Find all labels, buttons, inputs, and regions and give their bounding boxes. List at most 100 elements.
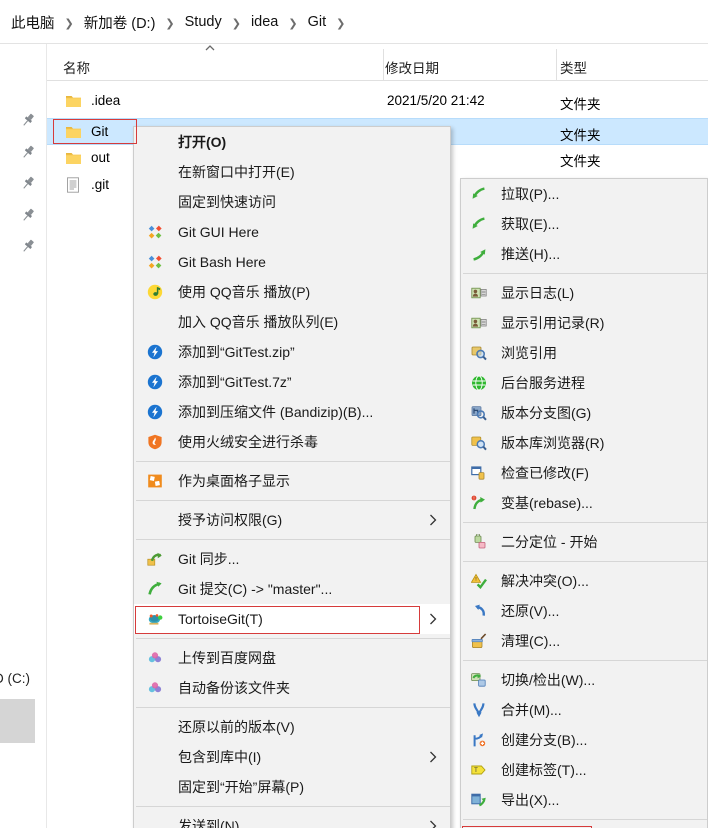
menu-item-label: 变基(rebase)... bbox=[501, 495, 593, 511]
checkmods-icon bbox=[471, 465, 487, 481]
file-name-cell[interactable]: .idea bbox=[91, 93, 120, 108]
submenu-item-15[interactable]: ! 解决冲突(O)... bbox=[461, 566, 707, 596]
menu-separator bbox=[136, 461, 450, 462]
chevron-right-icon bbox=[430, 751, 437, 763]
submenu-item-11[interactable]: ! 变基(rebase)... bbox=[461, 488, 707, 518]
breadcrumb-separator-4[interactable]: ❯ bbox=[329, 17, 352, 30]
context-menu-item-27[interactable]: 发送到(N) bbox=[134, 811, 450, 828]
context-menu-item-21[interactable]: 自动备份该文件夹 bbox=[134, 673, 450, 703]
breadcrumb-item-3[interactable]: idea bbox=[248, 12, 281, 32]
context-menu-item-14[interactable]: 授予访问权限(G) bbox=[134, 505, 450, 535]
address-bar-divider bbox=[0, 43, 708, 44]
menu-item-label: Git 同步... bbox=[178, 551, 240, 567]
file-name-cell[interactable]: Git bbox=[91, 124, 108, 139]
context-menu-item-5[interactable]: 使用 QQ音乐 播放(P) bbox=[134, 277, 450, 307]
pin-icon[interactable] bbox=[20, 207, 36, 223]
svg-text:!: ! bbox=[473, 496, 474, 501]
context-menu-item-2[interactable]: 固定到快速访问 bbox=[134, 187, 450, 217]
context-menu-item-8[interactable]: 添加到“GitTest.7z” bbox=[134, 367, 450, 397]
context-menu-item-17[interactable]: Git 提交(C) -> "master"... bbox=[134, 574, 450, 604]
context-menu-item-20[interactable]: 上传到百度网盘 bbox=[134, 643, 450, 673]
context-menu-item-23[interactable]: 还原以前的版本(V) bbox=[134, 712, 450, 742]
breadcrumb-item-2[interactable]: Study bbox=[182, 12, 225, 32]
submenu-item-13[interactable]: 二分定位 - 开始 bbox=[461, 527, 707, 557]
submenu-item-2[interactable]: 推送(H)... bbox=[461, 239, 707, 269]
menu-item-label: 二分定位 - 开始 bbox=[501, 534, 598, 550]
table-row[interactable]: .idea 2021/5/20 21:42 文件夹 bbox=[47, 88, 708, 115]
file-name-cell[interactable]: .git bbox=[91, 177, 109, 192]
menu-item-label: 使用火绒安全进行杀毒 bbox=[178, 434, 318, 450]
context-menu-item-6[interactable]: 加入 QQ音乐 播放队列(E) bbox=[134, 307, 450, 337]
context-menu-item-3[interactable]: Git GUI Here bbox=[134, 217, 450, 247]
breadcrumb-item-4[interactable]: Git bbox=[305, 12, 330, 32]
breadcrumb-item-0[interactable]: 此电脑 bbox=[8, 10, 58, 35]
column-header-date[interactable]: 修改日期 bbox=[385, 57, 439, 77]
submenu-item-9[interactable]: 版本库浏览器(R) bbox=[461, 428, 707, 458]
repobrowser-icon bbox=[471, 435, 487, 451]
menu-item-label: 上传到百度网盘 bbox=[178, 650, 276, 666]
context-menu-item-12[interactable]: 作为桌面格子显示 bbox=[134, 466, 450, 496]
context-menu-item-16[interactable]: Git 同步... bbox=[134, 544, 450, 574]
desktopgrid-icon bbox=[147, 473, 163, 489]
navigation-pane[interactable]: D (C:) bbox=[0, 44, 46, 828]
branch-icon bbox=[471, 732, 487, 748]
file-type-cell: 文件夹 bbox=[560, 97, 601, 112]
menu-item-label: 切换/检出(W)... bbox=[501, 672, 596, 688]
pin-icon[interactable] bbox=[20, 144, 36, 160]
column-divider-type[interactable] bbox=[556, 49, 557, 80]
pin-icon[interactable] bbox=[20, 238, 36, 254]
breadcrumb-separator-3[interactable]: ❯ bbox=[281, 17, 304, 30]
column-header-type[interactable]: 类型 bbox=[560, 57, 587, 77]
submenu-item-25[interactable]: 添加(A)... bbox=[461, 824, 707, 828]
pin-icon[interactable] bbox=[20, 175, 36, 191]
submenu-item-1[interactable]: 获取(E)... bbox=[461, 209, 707, 239]
column-divider-date[interactable] bbox=[383, 49, 384, 80]
column-header-bar bbox=[47, 49, 708, 80]
submenu-item-7[interactable]: 后台服务进程 bbox=[461, 368, 707, 398]
submenu-item-19[interactable]: 切换/检出(W)... bbox=[461, 665, 707, 695]
navigation-selected-block[interactable] bbox=[0, 699, 35, 743]
submenu-item-20[interactable]: 合并(M)... bbox=[461, 695, 707, 725]
context-menu-item-25[interactable]: 固定到“开始”屏幕(P) bbox=[134, 772, 450, 802]
menu-item-label: 导出(X)... bbox=[501, 792, 560, 808]
context-menu-item-18[interactable]: TortoiseGit(T) bbox=[134, 604, 450, 634]
submenu-item-23[interactable]: 导出(X)... bbox=[461, 785, 707, 815]
menu-separator bbox=[463, 660, 707, 661]
git-icon bbox=[147, 254, 163, 270]
breadcrumb-separator-0[interactable]: ❯ bbox=[58, 17, 81, 30]
breadcrumb-separator-2[interactable]: ❯ bbox=[225, 17, 248, 30]
menu-item-label: 使用 QQ音乐 播放(P) bbox=[178, 284, 311, 300]
context-menu-item-7[interactable]: 添加到“GitTest.zip” bbox=[134, 337, 450, 367]
context-menu-item-10[interactable]: 使用火绒安全进行杀毒 bbox=[134, 427, 450, 457]
submenu-item-8[interactable]: 版本分支图(G) bbox=[461, 398, 707, 428]
file-name-cell[interactable]: out bbox=[91, 150, 110, 165]
submenu-item-6[interactable]: 浏览引用 bbox=[461, 338, 707, 368]
submenu-item-0[interactable]: 拉取(P)... bbox=[461, 179, 707, 209]
menu-item-label: 创建分支(B)... bbox=[501, 732, 588, 748]
context-menu-item-4[interactable]: Git Bash Here bbox=[134, 247, 450, 277]
column-header-name[interactable]: 名称 bbox=[63, 57, 90, 77]
context-menu-item-0[interactable]: 打开(O) bbox=[134, 127, 450, 157]
breadcrumb[interactable]: 此电脑 ❯ 新加卷 (D:) ❯ Study ❯ idea ❯ Git ❯ bbox=[0, 0, 708, 44]
submenu-item-10[interactable]: 检查已修改(F) bbox=[461, 458, 707, 488]
navigation-item-drive-c[interactable]: D (C:) bbox=[0, 671, 30, 686]
submenu-item-16[interactable]: 还原(V)... bbox=[461, 596, 707, 626]
submenu-item-5[interactable]: 显示引用记录(R) bbox=[461, 308, 707, 338]
breadcrumb-item-1[interactable]: 新加卷 (D:) bbox=[81, 10, 159, 35]
submenu-item-21[interactable]: 创建分支(B)... bbox=[461, 725, 707, 755]
submenu-item-4[interactable]: 显示日志(L) bbox=[461, 278, 707, 308]
gitcommit-icon bbox=[147, 581, 163, 597]
submenu-item-17[interactable]: 清理(C)... bbox=[461, 626, 707, 656]
menu-item-label: 授予访问权限(G) bbox=[178, 512, 283, 528]
context-menu[interactable]: 打开(O) 在新窗口中打开(E) 固定到快速访问 Git GUI Here Git … bbox=[133, 126, 451, 828]
tortoisegit-submenu[interactable]: 拉取(P)... 获取(E)... 推送(H)... 显示日志(L) 显示引用记… bbox=[460, 178, 708, 828]
context-menu-item-9[interactable]: 添加到压缩文件 (Bandizip)(B)... bbox=[134, 397, 450, 427]
submenu-item-22[interactable]: T 创建标签(T)... bbox=[461, 755, 707, 785]
context-menu-item-24[interactable]: 包含到库中(I) bbox=[134, 742, 450, 772]
context-menu-item-1[interactable]: 在新窗口中打开(E) bbox=[134, 157, 450, 187]
bisect-icon bbox=[471, 533, 487, 550]
textfile-icon bbox=[65, 177, 82, 193]
breadcrumb-separator-1[interactable]: ❯ bbox=[158, 17, 181, 30]
switch-icon bbox=[471, 672, 487, 688]
pin-icon[interactable] bbox=[20, 112, 36, 128]
